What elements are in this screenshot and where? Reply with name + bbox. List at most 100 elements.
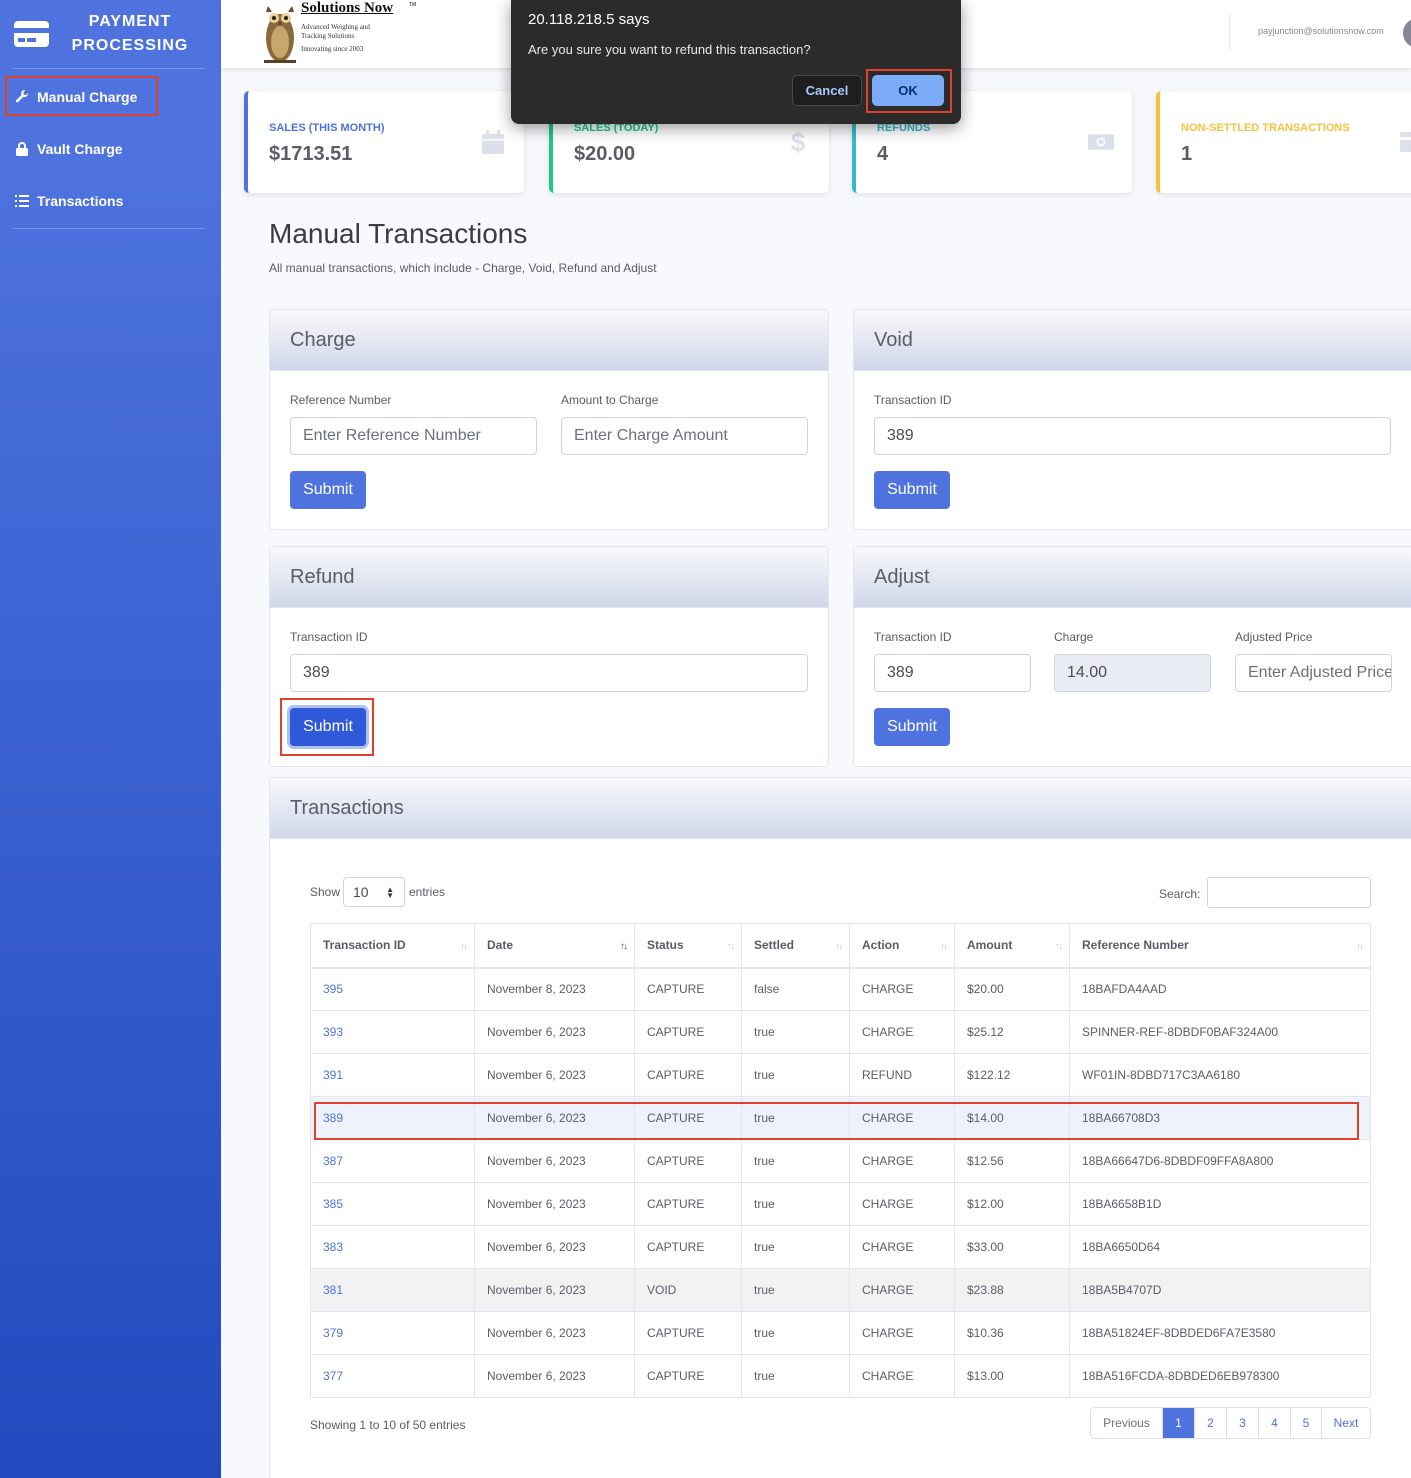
pagination-page[interactable]: 2	[1194, 1408, 1226, 1438]
adjust-submit-button[interactable]: Submit	[874, 708, 950, 746]
amount-cell: $12.56	[954, 1139, 1070, 1183]
pagination-page[interactable]: 1	[1162, 1408, 1194, 1438]
refund-transaction-id-input[interactable]: 389	[290, 654, 808, 692]
action-cell: CHARGE	[849, 1182, 955, 1226]
column-header-transaction-id[interactable]: Transaction ID ↑↓	[310, 923, 475, 969]
company-logo[interactable]: Solutions Now TM Advanced Weighing and T…	[257, 0, 457, 68]
pagination-page[interactable]: 3	[1226, 1408, 1258, 1438]
void-submit-button[interactable]: Submit	[874, 471, 950, 509]
highlight-manual-charge	[5, 76, 158, 116]
transaction-id-cell[interactable]: 383	[310, 1225, 475, 1269]
transaction-id-cell[interactable]: 393	[310, 1010, 475, 1054]
stat-label: SALES (THIS MONTH)	[269, 122, 385, 134]
pagination-page[interactable]: 4	[1258, 1408, 1290, 1438]
charge-amount-label: Amount to Charge	[561, 393, 659, 407]
adjust-panel-title: Adjust	[854, 547, 1411, 608]
table-header-row: Transaction ID ↑↓ Date ↑↓ Status ↑↓ Settled…	[310, 923, 1371, 969]
topbar-divider	[1229, 14, 1230, 50]
action-cell: CHARGE	[849, 1225, 955, 1269]
transaction-id-cell[interactable]: 391	[310, 1053, 475, 1097]
date-cell: November 6, 2023	[474, 1268, 635, 1312]
void-transaction-id-label: Transaction ID	[874, 393, 952, 407]
table-row: 381 November 6, 2023 VOID true CHARGE $23.88 1…	[310, 1268, 1371, 1312]
transaction-id-cell[interactable]: 377	[310, 1354, 475, 1398]
column-header-date[interactable]: Date ↑↓	[474, 923, 635, 969]
void-transaction-id-input[interactable]: 389	[874, 417, 1391, 455]
transaction-id-cell[interactable]: 387	[310, 1139, 475, 1183]
stat-label: NON-SETTLED TRANSACTIONS	[1181, 122, 1350, 134]
status-cell: CAPTURE	[634, 1225, 742, 1269]
sidebar-item-label: Transactions	[37, 193, 124, 209]
charge-panel: Charge Reference Number Enter Reference …	[269, 309, 829, 530]
column-header-reference-number[interactable]: Reference Number ↑↓	[1069, 923, 1371, 969]
sidebar-item-transactions[interactable]: Transactions	[0, 175, 221, 227]
transaction-id-cell[interactable]: 381	[310, 1268, 475, 1312]
sidebar-item-vault-charge[interactable]: Vault Charge	[0, 123, 221, 175]
column-header-amount[interactable]: Amount ↑↓	[954, 923, 1070, 969]
charge-submit-button[interactable]: Submit	[290, 471, 366, 509]
avatar[interactable]	[1403, 18, 1411, 48]
reference-number-cell: 18BA6650D64	[1069, 1225, 1371, 1269]
stat-value: 1	[1181, 143, 1193, 165]
status-cell: CAPTURE	[634, 1053, 742, 1097]
date-cell: November 6, 2023	[474, 1311, 635, 1355]
credit-card-icon	[1400, 129, 1411, 155]
void-panel: Void Transaction ID 389 Submit	[853, 309, 1411, 530]
sidebar: PAYMENT PROCESSING Manual Charge Vault C…	[0, 0, 221, 1478]
dialog-cancel-button[interactable]: Cancel	[792, 75, 862, 106]
sort-icon: ↑↓	[460, 941, 468, 952]
action-cell: CHARGE	[849, 1139, 955, 1183]
owl-logo-icon	[264, 6, 296, 63]
table-row: 391 November 6, 2023 CAPTURE true REFUND $122…	[310, 1053, 1371, 1097]
date-cell: November 6, 2023	[474, 1010, 635, 1054]
page-subtitle: All manual transactions, which include -…	[269, 261, 657, 275]
sort-icon: ↑↓	[835, 941, 843, 952]
amount-cell: $12.00	[954, 1182, 1070, 1226]
action-cell: CHARGE	[849, 1354, 955, 1398]
column-header-settled[interactable]: Settled ↑↓	[741, 923, 850, 969]
pagination-page[interactable]: 5	[1290, 1408, 1321, 1438]
search-label: Search:	[1159, 887, 1201, 901]
stat-card-non-settled: NON-SETTLED TRANSACTIONS 1	[1156, 91, 1411, 193]
reference-number-input[interactable]: Enter Reference Number	[290, 417, 537, 455]
charge-panel-title: Charge	[270, 310, 828, 371]
sidebar-item-label: Vault Charge	[37, 141, 123, 157]
transaction-id-cell[interactable]: 395	[310, 967, 475, 1011]
transaction-id-cell[interactable]: 385	[310, 1182, 475, 1226]
entries-label: entries	[409, 885, 446, 899]
stat-value: $1713.51	[269, 143, 353, 165]
action-cell: CHARGE	[849, 1311, 955, 1355]
sort-desc-icon: ↑↓	[620, 941, 628, 952]
table-row: 395 November 8, 2023 CAPTURE false CHARGE $20…	[310, 967, 1371, 1011]
adjust-panel: Adjust Transaction ID 389 Charge 14.00 A…	[853, 546, 1411, 767]
column-header-action[interactable]: Action ↑↓	[849, 923, 955, 969]
select-arrows-icon: ▲ ▼	[386, 885, 394, 900]
pagination-next[interactable]: Next	[1321, 1408, 1370, 1438]
pagination-previous[interactable]: Previous	[1091, 1408, 1162, 1438]
adjusted-price-input[interactable]: Enter Adjusted Price	[1235, 654, 1392, 692]
column-header-status[interactable]: Status ↑↓	[634, 923, 742, 969]
reference-number-cell: 18BA6658B1D	[1069, 1182, 1371, 1226]
adjust-transaction-id-input[interactable]: 389	[874, 654, 1031, 692]
adjust-charge-input: 14.00	[1054, 654, 1211, 692]
sidebar-divider	[13, 68, 205, 69]
stat-card-sales-month: SALES (THIS MONTH) $1713.51	[244, 91, 524, 193]
date-cell: November 8, 2023	[474, 967, 635, 1011]
refund-transaction-id-label: Transaction ID	[290, 630, 368, 644]
table-row: 393 November 6, 2023 CAPTURE true CHARGE $25.…	[310, 1010, 1371, 1054]
list-icon	[15, 194, 29, 208]
charge-amount-input[interactable]: Enter Charge Amount	[561, 417, 808, 455]
sidebar-brand[interactable]: PAYMENT PROCESSING	[0, 0, 221, 68]
column-header-label: Transaction ID	[323, 938, 406, 953]
sort-icon: ↑↓	[1356, 941, 1364, 952]
search-input[interactable]	[1207, 877, 1371, 908]
settled-cell: true	[741, 1311, 850, 1355]
entries-select[interactable]: 10 ▲ ▼	[343, 877, 405, 907]
transaction-id-cell[interactable]: 379	[310, 1311, 475, 1355]
reference-number-cell: 18BAFDA4AAD	[1069, 967, 1371, 1011]
logo-trademark: TM	[409, 2, 417, 8]
transactions-table: Transaction ID ↑↓ Date ↑↓ Status ↑↓ Settled…	[310, 923, 1371, 1398]
user-email[interactable]: payjunction@solutionsnow.com	[1258, 26, 1384, 36]
action-cell: CHARGE	[849, 967, 955, 1011]
adjusted-price-label: Adjusted Price	[1235, 630, 1313, 644]
